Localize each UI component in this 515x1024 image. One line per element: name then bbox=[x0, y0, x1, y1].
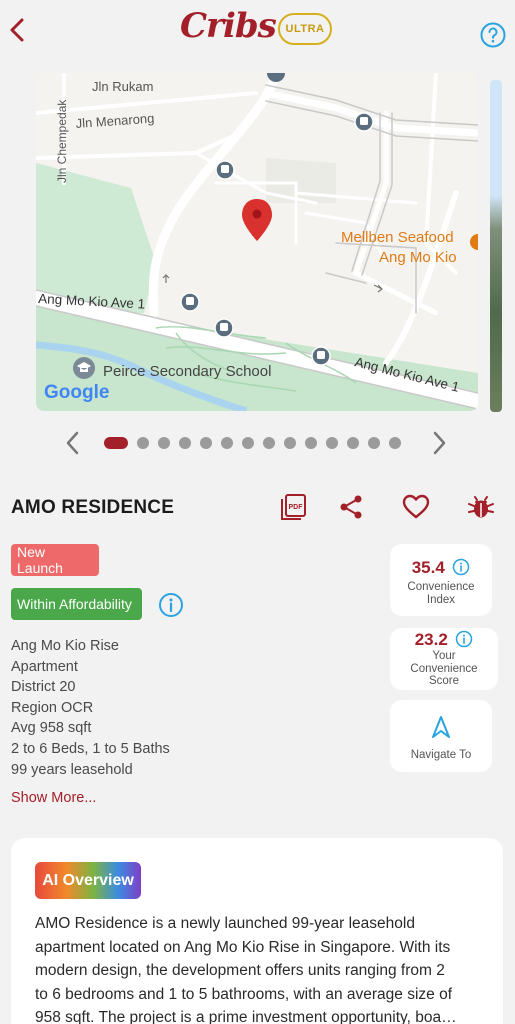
pdf-icon[interactable]: PDF bbox=[279, 492, 309, 522]
property-details: Ang Mo Kio Rise Apartment District 20 Re… bbox=[11, 636, 170, 780]
ai-overview-text[interactable]: AMO Residence is a newly launched 99-yea… bbox=[35, 912, 487, 1024]
ai-overview-line: to 6 bedrooms and 1 to 5 bathrooms, with… bbox=[35, 985, 453, 1003]
info-icon[interactable] bbox=[452, 558, 470, 576]
detail-district: District 20 bbox=[11, 679, 76, 696]
ai-overview-card: AI Overview AMO Residence is a newly lau… bbox=[11, 838, 503, 1024]
carousel-dot[interactable] bbox=[137, 437, 149, 449]
info-icon[interactable] bbox=[158, 592, 184, 618]
carousel-indicator bbox=[104, 436, 401, 450]
school-icon[interactable] bbox=[73, 357, 95, 379]
carousel-dot[interactable] bbox=[242, 437, 254, 449]
navigate-arrow-icon bbox=[432, 716, 450, 738]
street-label: Jln Rukam bbox=[92, 79, 153, 94]
property-title: AMO RESIDENCE bbox=[11, 497, 175, 518]
convenience-index-label: Convenience bbox=[407, 581, 475, 593]
convenience-index-value: 35.4 bbox=[411, 558, 445, 577]
svg-text:PDF: PDF bbox=[289, 504, 304, 511]
poi-label: Mellben Seafood bbox=[341, 229, 454, 246]
share-icon[interactable] bbox=[336, 492, 366, 522]
show-more-link[interactable]: Show More... bbox=[11, 790, 96, 806]
carousel-dot[interactable] bbox=[263, 437, 275, 449]
ultra-badge: ULTRA bbox=[278, 13, 332, 45]
carousel-dot[interactable] bbox=[389, 437, 401, 449]
map-canvas[interactable]: Jln Rukam Jln Menarong Jln Chempedak Ang… bbox=[36, 73, 478, 411]
bus-stop-icon[interactable] bbox=[180, 292, 200, 312]
ai-overview-badge: AI Overview bbox=[35, 862, 141, 899]
carousel-dot[interactable] bbox=[179, 437, 191, 449]
google-logo: Google bbox=[44, 382, 109, 403]
bus-stop-icon[interactable] bbox=[311, 346, 331, 366]
convenience-score-card[interactable]: 23.2 Your Convenience Score bbox=[390, 628, 498, 690]
navigate-label: Navigate To bbox=[410, 749, 472, 761]
back-chevron-icon[interactable] bbox=[6, 12, 28, 48]
carousel-next-icon[interactable] bbox=[428, 428, 450, 458]
poi-label: Peirce Secondary School bbox=[103, 363, 271, 380]
convenience-score-value: 23.2 bbox=[414, 630, 448, 649]
carousel-dot[interactable] bbox=[347, 437, 359, 449]
app-header: Cribs ULTRA bbox=[0, 0, 515, 66]
detail-street: Ang Mo Kio Rise bbox=[11, 638, 119, 654]
location-map[interactable]: Jln Rukam Jln Menarong Jln Chempedak Ang… bbox=[36, 73, 478, 411]
carousel-dot[interactable] bbox=[200, 437, 212, 449]
carousel-dot[interactable] bbox=[305, 437, 317, 449]
carousel-dot[interactable] bbox=[158, 437, 170, 449]
convenience-score-label: Convenience bbox=[410, 662, 478, 675]
street-label: Jln Chempedak bbox=[55, 99, 69, 183]
convenience-index-card[interactable]: 35.4 Convenience Index bbox=[390, 544, 492, 616]
bus-stop-icon[interactable] bbox=[214, 318, 234, 338]
next-photo-peek[interactable] bbox=[490, 80, 502, 412]
convenience-index-label: Index bbox=[426, 593, 456, 606]
detail-rooms: 2 to 6 Beds, 1 to 5 Baths bbox=[11, 740, 170, 757]
detail-type: Apartment bbox=[11, 658, 78, 675]
detail-tenure: 99 years leasehold bbox=[11, 761, 133, 778]
detail-size: Avg 958 sqft bbox=[11, 720, 92, 737]
bug-icon[interactable] bbox=[466, 492, 496, 522]
bus-stop-icon[interactable] bbox=[354, 112, 374, 132]
carousel-prev-icon[interactable] bbox=[62, 428, 84, 458]
ai-overview-line: modern design, the development offers un… bbox=[35, 962, 445, 979]
app-logo: Cribs bbox=[180, 6, 277, 46]
carousel-dot-active[interactable] bbox=[104, 437, 128, 449]
ai-overview-line: apartment located on Ang Mo Kio Rise in … bbox=[35, 938, 451, 956]
navigate-button[interactable]: Navigate To bbox=[390, 700, 492, 772]
carousel-dot[interactable] bbox=[368, 437, 380, 449]
ai-overview-line: 958 sqft. The project is a prime investm… bbox=[35, 1009, 457, 1024]
info-icon[interactable] bbox=[455, 630, 473, 648]
ai-overview-line: AMO Residence is a newly launched 99-yea… bbox=[35, 915, 415, 932]
carousel-dot[interactable] bbox=[221, 437, 233, 449]
heart-icon[interactable] bbox=[401, 492, 431, 522]
poi-label: Ang Mo Kio bbox=[379, 249, 457, 266]
affordability-tag: Within Affordability bbox=[11, 588, 142, 620]
carousel-dot[interactable] bbox=[284, 437, 296, 449]
new-launch-tag: New Launch bbox=[11, 544, 99, 576]
help-icon[interactable] bbox=[480, 22, 506, 48]
convenience-score-label: Score bbox=[428, 675, 460, 687]
carousel-dot[interactable] bbox=[326, 437, 338, 449]
bus-stop-icon[interactable] bbox=[215, 160, 235, 180]
convenience-score-label: Your bbox=[432, 650, 456, 662]
detail-region: Region OCR bbox=[11, 699, 94, 716]
